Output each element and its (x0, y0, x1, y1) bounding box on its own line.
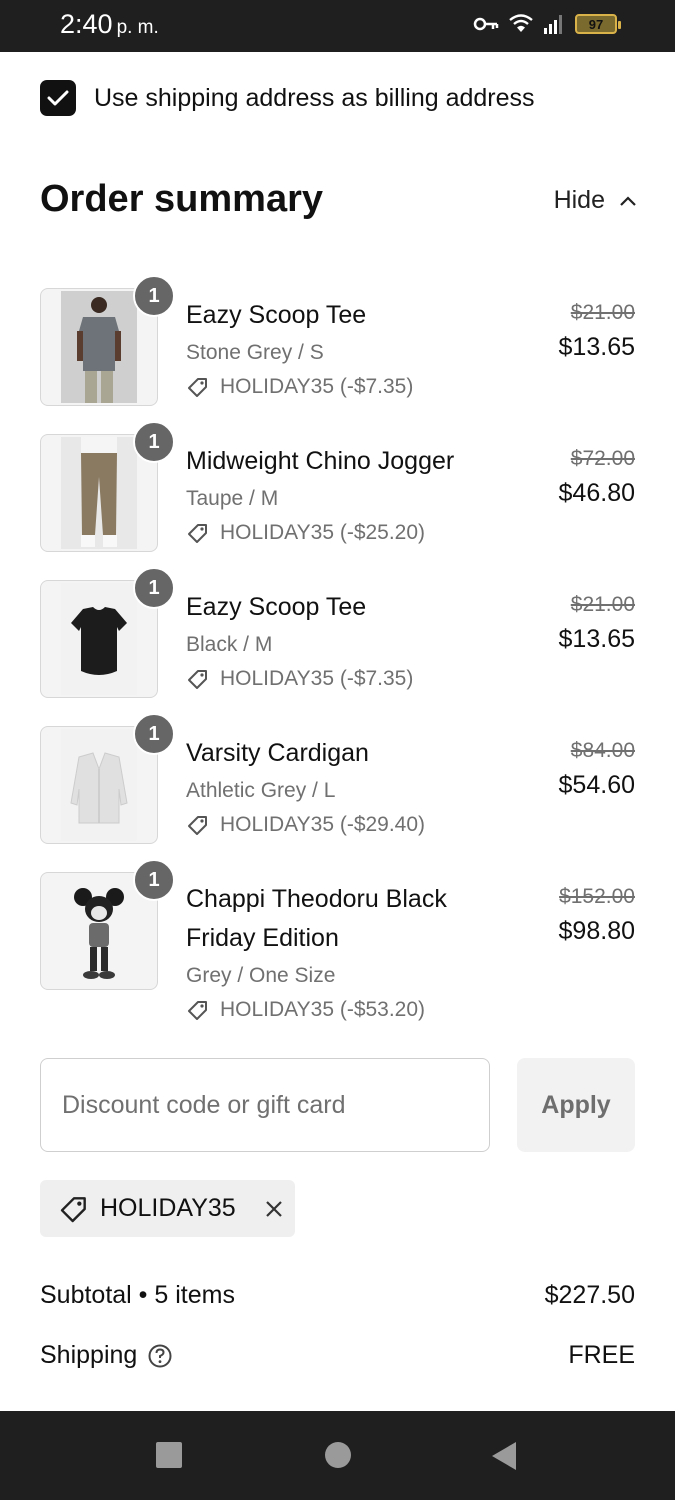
product-thumbnail: 1 (40, 421, 175, 552)
item-name: Varsity Cardigan (186, 739, 369, 767)
shipping-label: Shipping (40, 1341, 138, 1369)
signal-icon (544, 15, 562, 34)
item-variant: Athletic Grey / L (186, 779, 336, 802)
hide-summary-toggle[interactable]: Hide (554, 186, 637, 215)
discount-code-input[interactable] (40, 1058, 490, 1152)
applied-discount-chip: HOLIDAY35 (40, 1180, 295, 1237)
wifi-icon (509, 14, 533, 32)
battery-icon: 97 (575, 14, 621, 34)
product-thumbnail: 1 (40, 567, 175, 698)
item-prices: $72.00 $46.80 (559, 444, 635, 508)
remove-discount-button[interactable] (264, 1199, 284, 1219)
original-price: $84.00 (570, 739, 635, 762)
quantity-badge: 1 (133, 567, 175, 609)
original-price: $21.00 (570, 301, 635, 324)
subtotal-row: Subtotal • 5 items $227.50 (40, 1281, 635, 1310)
item-discount: HOLIDAY35 (-$7.35) (186, 665, 496, 693)
item-discount: HOLIDAY35 (-$29.40) (186, 811, 496, 839)
status-time-value: 2:40 (60, 9, 113, 39)
item-info: Varsity Cardigan Athletic Grey / L HOLID… (186, 734, 496, 839)
item-discount: HOLIDAY35 (-$25.20) (186, 519, 496, 547)
status-time-ampm: p. m. (116, 17, 159, 38)
item-prices: $21.00 $13.65 (559, 590, 635, 654)
battery-level: 97 (588, 16, 604, 32)
recent-apps-icon[interactable] (155, 1441, 183, 1469)
item-variant: Black / M (186, 633, 273, 656)
item-discount-text: HOLIDAY35 (-$29.40) (220, 813, 426, 836)
item-discount-text: HOLIDAY35 (-$53.20) (220, 998, 426, 1021)
billing-checkbox[interactable] (40, 80, 76, 116)
quantity-badge: 1 (133, 859, 175, 901)
item-info: Chappi Theodoru Black Friday Edition Gre… (186, 880, 496, 1024)
shipping-value: FREE (568, 1341, 635, 1369)
item-variant: Taupe / M (186, 487, 279, 510)
item-variant: Stone Grey / S (186, 341, 324, 364)
home-icon[interactable] (324, 1441, 352, 1469)
chevron-up-icon (620, 195, 636, 206)
subtotal-value: $227.50 (544, 1281, 635, 1309)
applied-discount-code: HOLIDAY35 (100, 1194, 236, 1222)
shipping-label-group: Shipping (40, 1341, 173, 1370)
checkmark-icon (47, 90, 69, 106)
current-price: $13.65 (558, 333, 635, 361)
item-name: Chappi Theodoru Black Friday Edition (186, 885, 447, 952)
current-price: $54.60 (558, 771, 635, 799)
product-image-jogger-taupe (61, 437, 137, 549)
billing-same-as-shipping[interactable]: Use shipping address as billing address (40, 80, 535, 116)
item-info: Midweight Chino Jogger Taupe / M HOLIDAY… (186, 442, 496, 547)
quantity-badge: 1 (133, 421, 175, 463)
hide-summary-label: Hide (553, 186, 605, 214)
item-prices: $84.00 $54.60 (559, 736, 635, 800)
original-price: $152.00 (559, 885, 635, 908)
current-price: $98.80 (558, 917, 635, 945)
close-icon (265, 1200, 282, 1217)
item-prices: $152.00 $98.80 (559, 882, 635, 946)
current-price: $13.65 (558, 625, 635, 653)
status-bar: 2:40 p. m. 97 (0, 0, 675, 52)
item-name: Midweight Chino Jogger (186, 447, 455, 475)
tag-icon (188, 378, 207, 397)
item-name: Eazy Scoop Tee (186, 301, 367, 329)
tag-icon (188, 816, 207, 835)
tag-icon (60, 1196, 86, 1222)
product-image-tee-stone (61, 291, 137, 403)
item-discount-text: HOLIDAY35 (-$7.35) (220, 667, 414, 690)
apply-discount-button[interactable]: Apply (517, 1058, 635, 1152)
item-info: Eazy Scoop Tee Black / M HOLIDAY35 (-$7.… (186, 588, 496, 693)
item-discount-text: HOLIDAY35 (-$7.35) (220, 375, 414, 398)
tag-icon (188, 1001, 207, 1020)
vpn-key-icon (473, 17, 499, 31)
product-thumbnail: 1 (40, 859, 175, 990)
tag-icon (188, 524, 207, 543)
current-price: $46.80 (558, 479, 635, 507)
help-icon[interactable] (147, 1343, 173, 1369)
product-thumbnail: 1 (40, 275, 175, 406)
product-image-figure (61, 875, 137, 987)
system-navigation-bar (0, 1411, 675, 1500)
status-time: 2:40 p. m. (60, 9, 159, 40)
original-price: $72.00 (570, 447, 635, 470)
item-info: Eazy Scoop Tee Stone Grey / S HOLIDAY35 … (186, 296, 496, 401)
quantity-badge: 1 (133, 275, 175, 317)
subtotal-label: Subtotal • 5 items (40, 1281, 235, 1309)
product-image-tee-black (61, 583, 137, 695)
item-name: Eazy Scoop Tee (186, 593, 367, 621)
order-summary-title: Order summary (40, 178, 324, 220)
item-discount: HOLIDAY35 (-$7.35) (186, 373, 496, 401)
original-price: $21.00 (570, 593, 635, 616)
item-variant: Grey / One Size (186, 964, 336, 987)
quantity-badge: 1 (133, 713, 175, 755)
product-image-cardigan (61, 729, 137, 841)
shipping-row: Shipping FREE (40, 1341, 635, 1370)
product-thumbnail: 1 (40, 713, 175, 844)
item-discount: HOLIDAY35 (-$53.20) (186, 996, 496, 1024)
status-icons: 97 (473, 12, 621, 36)
back-icon[interactable] (490, 1441, 518, 1471)
billing-label: Use shipping address as billing address (94, 83, 535, 112)
tag-icon (188, 670, 207, 689)
item-discount-text: HOLIDAY35 (-$25.20) (220, 521, 426, 544)
item-prices: $21.00 $13.65 (559, 298, 635, 362)
